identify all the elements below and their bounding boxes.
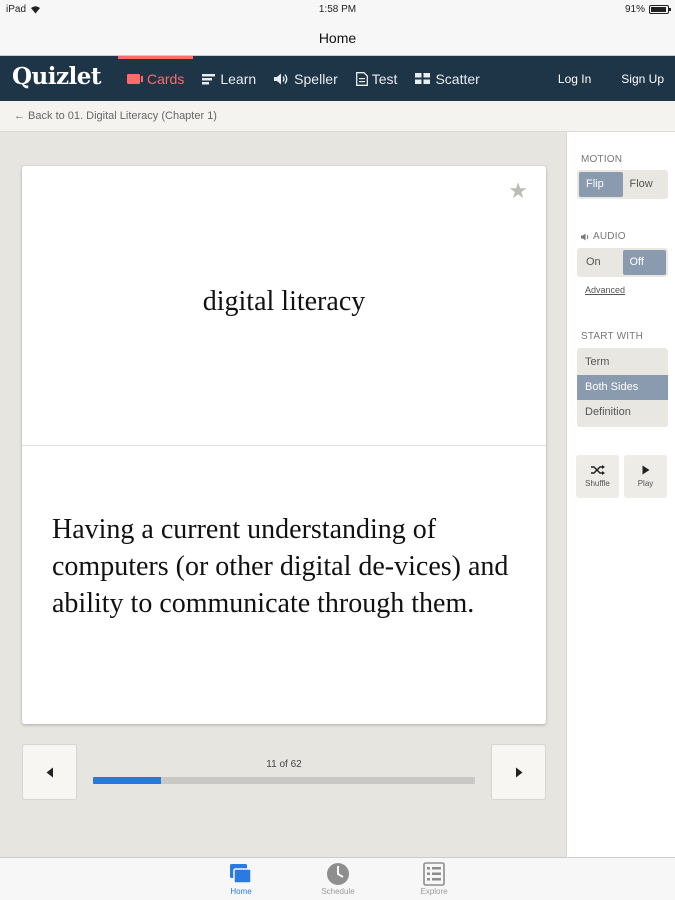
motion-flow-option[interactable]: Flow — [623, 172, 667, 197]
mode-cards[interactable]: Cards — [118, 56, 194, 101]
login-link[interactable]: Log In — [547, 72, 602, 86]
mode-speller[interactable]: Speller — [265, 56, 347, 101]
explore-icon — [423, 862, 445, 886]
audio-off-option[interactable]: Off — [622, 250, 666, 275]
speaker-icon — [274, 73, 288, 84]
tab-label: Home — [230, 887, 252, 896]
speaker-icon — [581, 233, 589, 240]
progress-fill — [93, 777, 161, 784]
mode-label: Learn — [220, 70, 257, 87]
main-study-area: ★ digital literacy Having a current unde… — [0, 132, 566, 857]
start-with-options: Term Both Sides Definition — [577, 348, 668, 427]
shuffle-label: Shuffle — [585, 479, 610, 488]
test-icon — [355, 71, 368, 86]
audio-toggle: On Off — [577, 248, 668, 277]
breadcrumb-bar: ← Back to 01. Digital Literacy (Chapter … — [0, 101, 675, 132]
schedule-icon — [327, 863, 349, 885]
audio-on-option[interactable]: On — [579, 250, 623, 275]
audio-label: AUDIO — [593, 231, 626, 242]
arrow-right-icon — [515, 767, 522, 777]
mode-label: Test — [371, 70, 398, 87]
arrow-left-icon — [46, 767, 53, 777]
mode-learn[interactable]: Learn — [193, 56, 265, 101]
mode-scatter[interactable]: Scatter — [406, 56, 488, 101]
motion-toggle: Flip Flow — [577, 170, 668, 199]
flashcard[interactable]: ★ digital literacy Having a current unde… — [22, 166, 546, 724]
nav-bar: Home — [0, 20, 675, 56]
battery-fill — [651, 7, 666, 12]
auth-links: Log In Sign Up — [539, 56, 675, 101]
audio-label-row: AUDIO — [581, 231, 626, 242]
status-time: 1:58 PM — [318, 4, 357, 15]
tab-schedule[interactable]: Schedule — [308, 862, 368, 896]
play-icon — [642, 465, 649, 475]
star-icon[interactable]: ★ — [508, 178, 528, 204]
cards-icon — [127, 73, 143, 84]
status-right: 91% — [624, 4, 671, 15]
quizlet-logo[interactable]: Quizlet — [12, 63, 102, 90]
card-divider — [22, 445, 546, 446]
tab-home[interactable]: Home — [211, 862, 271, 896]
advanced-audio-link[interactable]: Advanced — [585, 285, 625, 295]
options-sidebar: MOTION Flip Flow AUDIO On Off Advanced S… — [566, 132, 675, 857]
play-label: Play — [637, 479, 654, 488]
card-navigation: 11 of 62 — [22, 744, 546, 800]
play-button[interactable]: Play — [624, 455, 667, 498]
card-definition: Having a current understanding of comput… — [52, 514, 509, 619]
status-bar: iPad 1:58 PM 91% — [0, 0, 675, 20]
mode-label: Speller — [294, 70, 338, 87]
start-with-label: START WITH — [581, 331, 643, 342]
scatter-icon — [415, 73, 431, 84]
card-term: digital literacy — [202, 286, 366, 317]
mode-test[interactable]: Test — [347, 56, 407, 101]
back-to-set-link[interactable]: ← Back to 01. Digital Literacy (Chapter … — [14, 110, 217, 122]
bottom-tab-bar: Home Schedule Explore — [0, 857, 675, 900]
tab-label: Schedule — [321, 887, 355, 896]
shuffle-button[interactable]: Shuffle — [576, 455, 619, 498]
motion-flip-option[interactable]: Flip — [579, 172, 623, 197]
mode-label: Scatter — [435, 70, 480, 87]
motion-label: MOTION — [581, 154, 623, 165]
mode-label: Cards — [147, 70, 185, 87]
shuffle-icon — [590, 465, 605, 475]
previous-card-button[interactable] — [22, 744, 77, 800]
tab-explore[interactable]: Explore — [404, 862, 464, 896]
progress-bar — [93, 777, 475, 784]
next-card-button[interactable] — [491, 744, 546, 800]
learn-icon — [202, 73, 216, 84]
battery-percent: 91% — [624, 4, 645, 15]
start-definition-option[interactable]: Definition — [577, 400, 668, 425]
nav-title: Home — [318, 30, 357, 46]
battery-icon — [649, 5, 671, 14]
quizlet-header: Quizlet Cards Learn Speller Test Scatter… — [0, 56, 675, 101]
study-mode-tabs: Cards Learn Speller Test Scatter — [118, 56, 489, 101]
start-term-option[interactable]: Term — [577, 350, 668, 375]
tab-label: Explore — [420, 887, 448, 896]
card-counter: 11 of 62 — [266, 759, 302, 770]
start-both-sides-option[interactable]: Both Sides — [577, 375, 668, 400]
signup-link[interactable]: Sign Up — [610, 72, 675, 86]
home-cards-icon — [230, 864, 252, 884]
